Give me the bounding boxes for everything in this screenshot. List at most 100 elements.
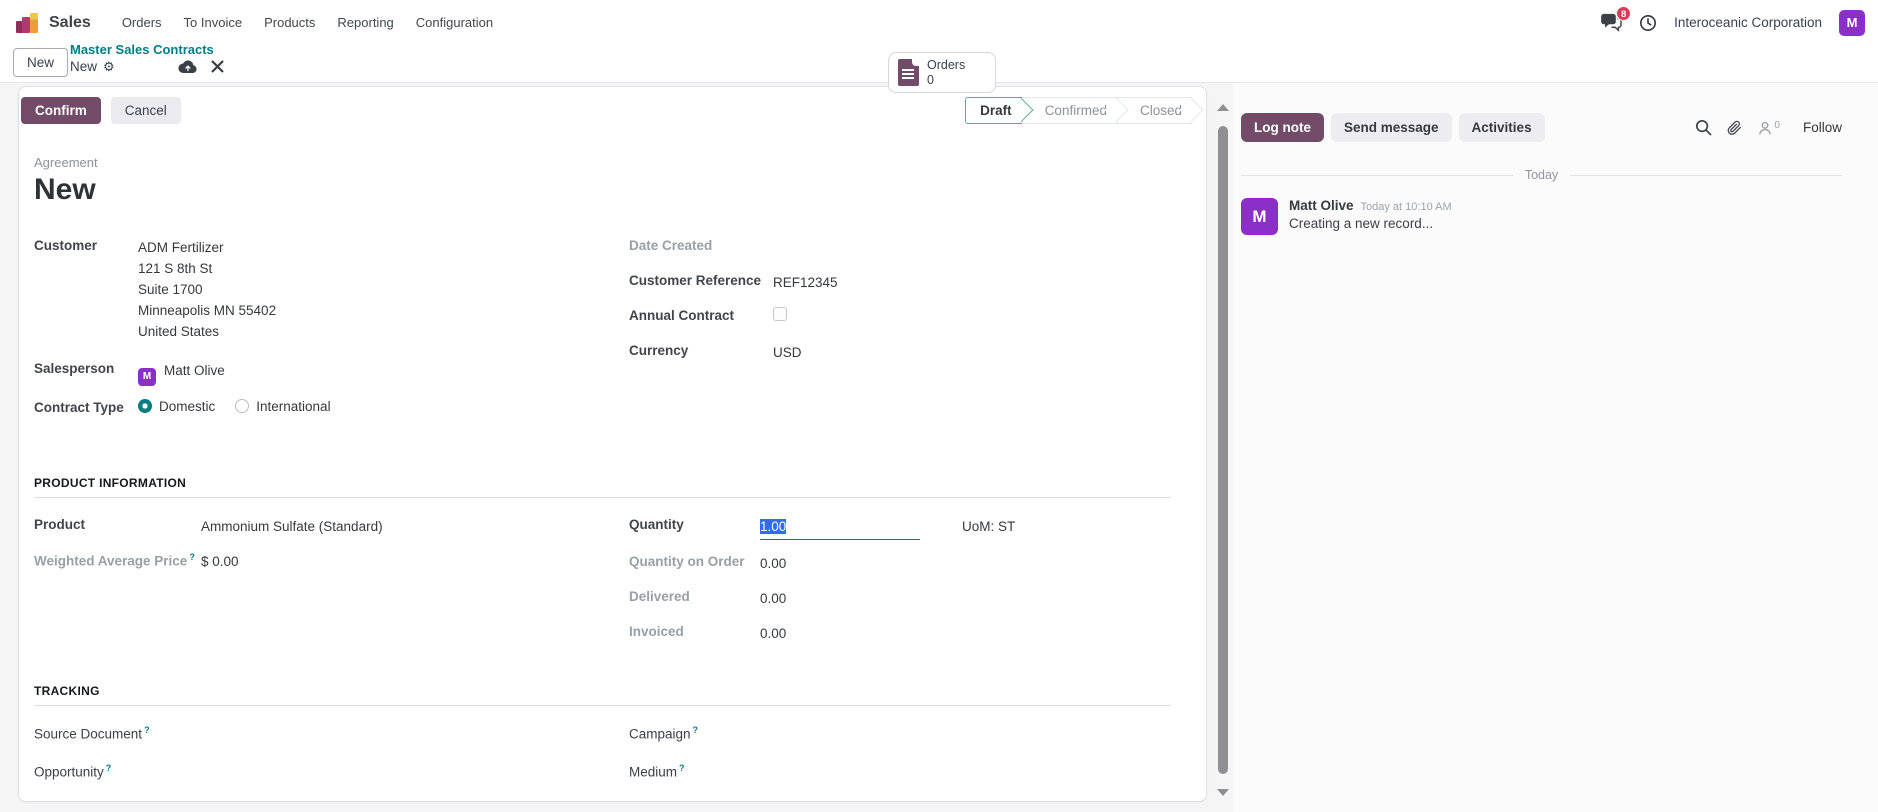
uom-label: UoM: — [962, 518, 995, 534]
statusbar: Draft Confirmed Closed — [965, 96, 1192, 124]
contract-type-label: Contract Type — [34, 399, 124, 415]
agreement-caption: Agreement — [34, 155, 98, 170]
chatter-message: M Matt Olive Today at 10:10 AM Creating … — [1241, 198, 1842, 235]
message-avatar[interactable]: M — [1241, 198, 1278, 235]
source-label: Source? — [629, 800, 773, 802]
message-body: Creating a new record... — [1289, 216, 1434, 231]
campaign-field: Campaign? — [629, 724, 1171, 746]
medium-label: Medium? — [629, 762, 685, 780]
attachment-paperclip-icon[interactable] — [1727, 120, 1742, 136]
product-field: Product Ammonium Sulfate (Standard) — [34, 516, 629, 538]
currency-value[interactable]: USD — [773, 342, 802, 363]
help-question-icon[interactable]: ? — [693, 725, 699, 735]
app-title[interactable]: Sales — [49, 14, 91, 32]
customer-address-line: United States — [138, 324, 220, 339]
customer-address-line: 121 S 8th St — [138, 261, 213, 276]
record-title[interactable]: New — [34, 173, 1171, 207]
new-button[interactable]: New — [13, 48, 69, 77]
tracking-heading: TRACKING — [34, 684, 1171, 706]
menu-products[interactable]: Products — [253, 0, 326, 45]
message-timestamp: Today at 10:10 AM — [1360, 201, 1452, 213]
radio-unselected-icon — [235, 399, 250, 413]
settings-gear-icon[interactable]: ⚙ — [103, 59, 115, 74]
follow-button[interactable]: Follow — [1803, 120, 1842, 135]
search-icon[interactable] — [1695, 119, 1712, 136]
quantity-on-order-value: 0.00 — [760, 555, 787, 571]
quantity-input[interactable]: 1.00 — [760, 516, 920, 540]
quantity-label: Quantity — [629, 516, 684, 532]
breadcrumb-parent-link[interactable]: Master Sales Contracts — [70, 42, 214, 57]
currency-label: Currency — [629, 343, 689, 358]
cancel-button[interactable]: Cancel — [110, 96, 181, 124]
weighted-average-price-field: Weighted Average Price? $ 0.00 — [34, 551, 629, 573]
medium-field: Medium? — [629, 762, 1171, 784]
product-value[interactable]: Ammonium Sulfate (Standard) — [201, 516, 383, 537]
radio-domestic[interactable]: Domestic — [138, 399, 215, 414]
send-message-button[interactable]: Send message — [1331, 113, 1452, 142]
customer-reference-label: Customer Reference — [629, 273, 762, 288]
menu-configuration[interactable]: Configuration — [405, 0, 504, 45]
tracking-field-group: Source Document? Opportunity? Campaign ?… — [34, 724, 1171, 802]
activity-clock-icon[interactable] — [1639, 14, 1657, 32]
form-card: Confirm Cancel Draft Confirmed Closed Ag… — [18, 86, 1207, 802]
customer-name[interactable]: ADM Fertilizer — [138, 237, 276, 258]
chatter-panel: Log note Send message Activities 0 Follo… — [1233, 83, 1878, 812]
product-field-group: Product Ammonium Sulfate (Standard) Weig… — [34, 516, 1171, 658]
annual-contract-checkbox[interactable] — [773, 307, 787, 321]
help-question-icon[interactable]: ? — [144, 725, 150, 735]
save-cloud-icon[interactable] — [178, 59, 197, 74]
invoiced-field: Invoiced 0.00 — [629, 623, 1171, 645]
customer-label: Customer — [34, 238, 98, 253]
company-name[interactable]: Interoceanic Corporation — [1674, 15, 1822, 30]
menu-orders[interactable]: Orders — [111, 0, 173, 45]
date-created-field: Date Created — [629, 237, 1171, 259]
orders-smart-button-label: Orders — [927, 57, 966, 72]
help-question-icon[interactable]: ? — [674, 801, 680, 802]
help-question-icon[interactable]: ? — [189, 552, 195, 562]
customer-reference-field: Customer Reference REF12345 — [629, 272, 1171, 294]
today-divider-label: Today — [1524, 168, 1559, 182]
activities-button[interactable]: Activities — [1458, 113, 1545, 142]
scroll-up-arrow[interactable] — [1217, 104, 1229, 111]
breadcrumb-current: New — [70, 59, 98, 74]
quantity-field: Quantity 1.00 UoM: ST — [629, 516, 1171, 540]
app-window: Sales Orders To Invoice Products Reporti… — [0, 0, 1878, 812]
messages-badge: 8 — [1616, 6, 1632, 21]
salesperson-value[interactable]: Matt Olive — [164, 363, 225, 378]
source-field: Source? — [629, 800, 1171, 802]
status-step-confirmed[interactable]: Confirmed — [1021, 96, 1117, 124]
sales-app-icon[interactable] — [14, 11, 40, 35]
followers-button[interactable]: 0 — [1757, 120, 1780, 136]
upper-field-group: Customer ADM Fertilizer 121 S 8th St Sui… — [34, 237, 1171, 434]
confirm-button[interactable]: Confirm — [21, 96, 101, 124]
source-document-label: Source Document? — [34, 724, 150, 742]
header: Sales Orders To Invoice Products Reporti… — [0, 0, 1878, 93]
weighted-average-price-value: $ 0.00 — [201, 553, 239, 569]
product-information-heading: PRODUCT INFORMATION — [34, 476, 1171, 498]
orders-smart-button[interactable]: Orders 0 — [888, 52, 996, 93]
quantity-input-selection: 1.00 — [760, 518, 787, 534]
quantity-on-order-label: Quantity on Order — [629, 553, 745, 569]
radio-international[interactable]: International — [235, 399, 331, 414]
opportunity-label: Opportunity? — [34, 762, 112, 780]
help-question-icon[interactable]: ? — [679, 763, 685, 773]
delivered-field: Delivered 0.00 — [629, 588, 1171, 610]
help-question-icon[interactable]: ? — [106, 763, 112, 773]
log-note-button[interactable]: Log note — [1241, 113, 1324, 142]
orders-document-icon — [898, 59, 919, 86]
menu-reporting[interactable]: Reporting — [326, 0, 404, 45]
messages-icon[interactable]: 8 — [1601, 6, 1632, 32]
menu-to-invoice[interactable]: To Invoice — [173, 0, 254, 45]
form-sheet: Agreement New Customer ADM Fertilizer 12… — [19, 133, 1206, 802]
user-avatar[interactable]: M — [1839, 9, 1865, 36]
main-content: Confirm Cancel Draft Confirmed Closed Ag… — [0, 83, 1878, 812]
scroll-down-arrow[interactable] — [1217, 789, 1229, 796]
customer-reference-value[interactable]: REF12345 — [773, 272, 838, 293]
discard-x-icon[interactable] — [211, 60, 224, 73]
status-step-draft[interactable]: Draft — [965, 96, 1022, 124]
annual-contract-label: Annual Contract — [629, 308, 735, 323]
source-document-field: Source Document? — [34, 724, 629, 746]
product-label: Product — [34, 516, 86, 532]
scrollbar-thumb[interactable] — [1218, 126, 1228, 774]
message-author[interactable]: Matt Olive — [1289, 198, 1354, 213]
